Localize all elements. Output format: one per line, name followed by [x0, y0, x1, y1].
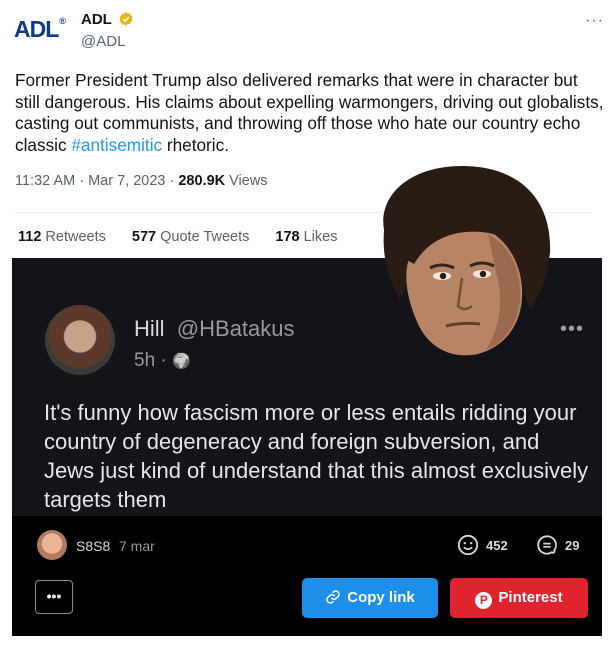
footer-bar	[12, 516, 602, 636]
comment-count: 29	[565, 538, 580, 553]
embedded-post-text: It's funny how fascism more or less enta…	[44, 400, 589, 512]
verified-badge-icon	[119, 12, 133, 26]
commenter-avatar[interactable]	[37, 530, 67, 560]
embedded-author[interactable]: Hill @HBatakus	[134, 316, 295, 342]
author-name[interactable]: ADL	[81, 11, 112, 28]
adl-logo[interactable]: ADL®	[14, 16, 74, 52]
quote-tweets-link[interactable]: 577 Quote Tweets	[132, 229, 249, 245]
avatar[interactable]	[45, 305, 115, 375]
globe-icon: 🌍	[172, 353, 191, 370]
author-handle[interactable]: @ADL	[81, 33, 125, 50]
embedded-more-icon[interactable]: •••	[560, 318, 584, 341]
commenter-name[interactable]: S8S8	[76, 538, 110, 554]
tweet-header: ADL® ADL @ADL ···	[14, 6, 604, 52]
embedded-time: 5h · 🌍	[134, 350, 191, 371]
hashtag-link[interactable]: #antisemitic	[71, 135, 162, 155]
meme-face-image	[383, 166, 551, 356]
more-button[interactable]: •••	[35, 580, 73, 614]
more-options-icon[interactable]: ···	[585, 12, 604, 30]
tweet-stats: 112 Retweets 577 Quote Tweets 178 Likes	[18, 229, 359, 245]
tweet-meta: 11:32 AM · Mar 7, 2023 · 280.9K Views	[15, 173, 268, 189]
retweets-link[interactable]: 112 Retweets	[18, 229, 106, 245]
tweet-text: Former President Trump also delivered re…	[15, 70, 604, 155]
comment-time: 7 mar	[119, 538, 155, 554]
copy-link-button[interactable]: Copy link	[302, 578, 438, 618]
link-icon	[326, 590, 340, 604]
reaction-count: 452	[486, 538, 508, 553]
smiley-reaction-icon[interactable]	[457, 534, 479, 556]
comment-icon[interactable]	[536, 534, 558, 556]
pinterest-icon: P	[475, 592, 493, 609]
tweet-timestamp[interactable]: 11:32 AM · Mar 7, 2023 ·	[15, 173, 178, 189]
pinterest-button[interactable]: P Pinterest	[450, 578, 588, 618]
views-count: 280.9K	[178, 173, 226, 189]
likes-link[interactable]: 178 Likes	[275, 229, 337, 245]
